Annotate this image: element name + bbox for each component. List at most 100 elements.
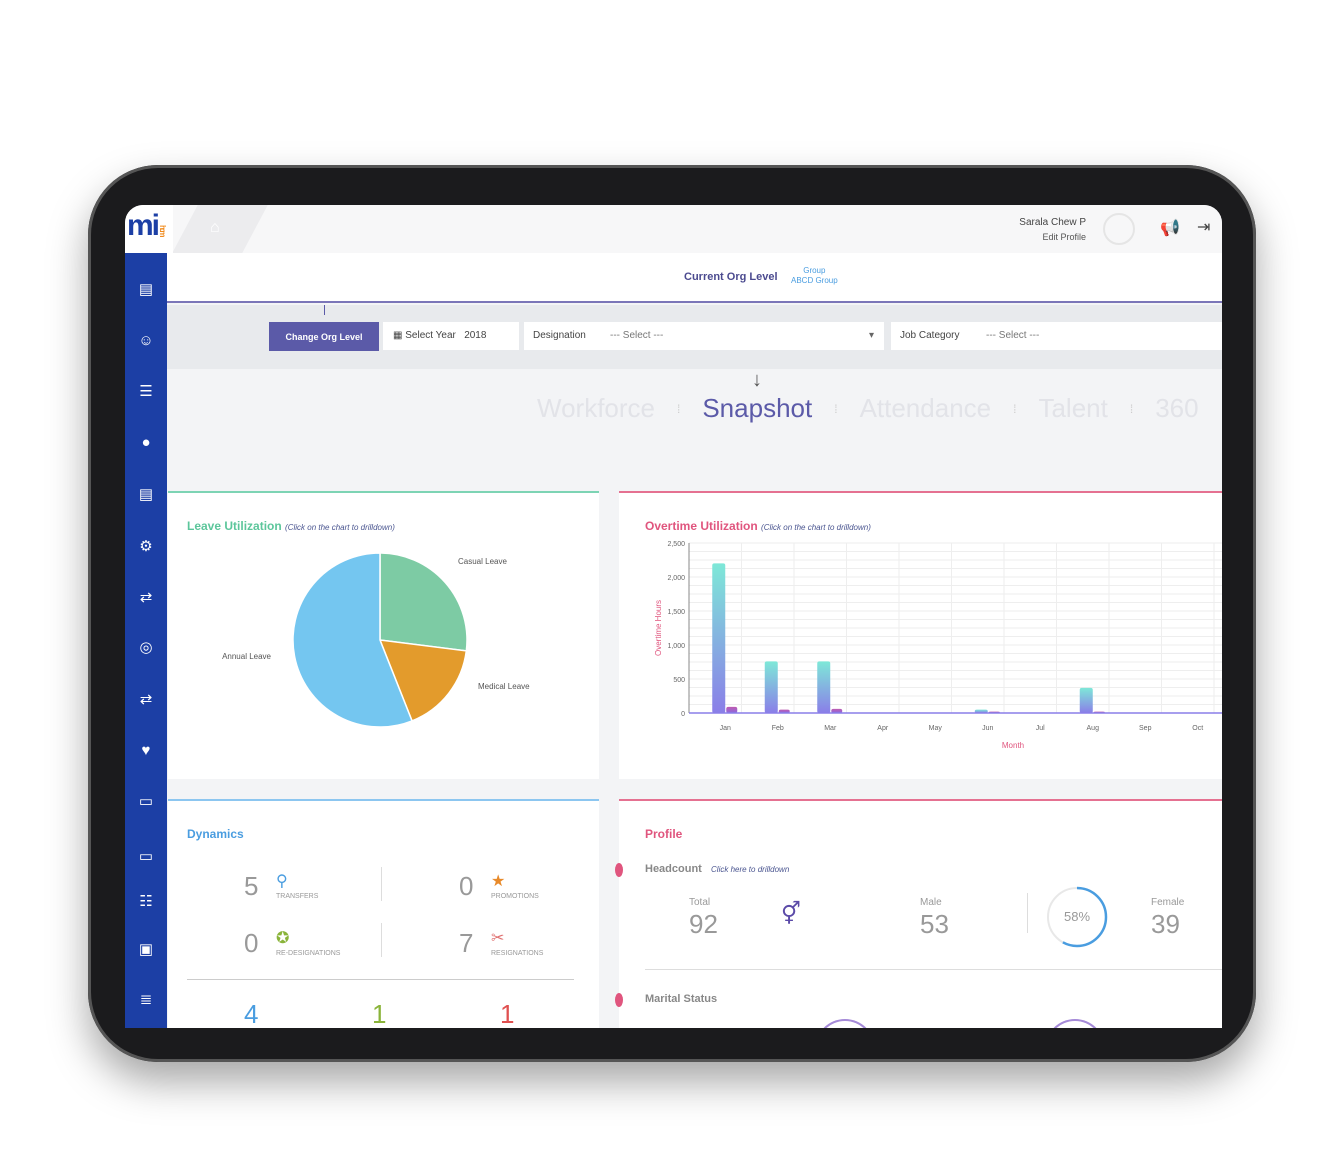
job-category-label: Job Category <box>900 330 960 341</box>
y-tick-label: 1,000 <box>667 643 685 650</box>
promotion-star-icon: ★ <box>491 873 506 890</box>
dynamics-label[interactable]: TRANSFERS <box>276 893 318 900</box>
pie-slice-casual-leave[interactable] <box>379 552 468 652</box>
user-settings-icon[interactable]: ⚙ <box>134 537 158 557</box>
percent-value: 58% <box>1063 909 1091 924</box>
overtime-bar-chart[interactable]: Jan Feb Mar Apr May Jun Jul Aug Sep Oct 0 500 1,000 1… <box>619 533 1222 773</box>
overtime-title: Overtime Utilization <box>645 519 758 533</box>
dynamics-label[interactable]: RE-DESIGNATIONS <box>276 950 340 957</box>
y-tick-label: 500 <box>673 677 685 684</box>
user-switch-icon[interactable]: ⇄ <box>134 690 158 710</box>
user-name[interactable]: Sarala Chew P <box>1019 216 1086 230</box>
tab-attendance[interactable]: Attendance <box>860 393 992 424</box>
employee-icon[interactable]: ☺ <box>134 331 158 351</box>
group-icon[interactable]: ☷ <box>134 892 158 912</box>
form-icon[interactable]: ▤ <box>134 485 158 505</box>
dynamics-title: Dynamics <box>187 827 244 841</box>
x-tick-label: Sep <box>1139 725 1152 732</box>
tab-separator: ⁞ <box>1013 401 1017 416</box>
leave-hint: (Click on the chart to drilldown) <box>285 523 395 532</box>
payment-icon[interactable]: ▭ <box>134 792 158 812</box>
document-icon[interactable]: ▣ <box>134 940 158 960</box>
job-category-value: --- Select --- <box>986 330 1040 341</box>
org-level-row: Current Org Level Group ABCD Group <box>167 253 1222 303</box>
overtime-utilization-card: Overtime Utilization (Click on the chart… <box>619 491 1222 779</box>
avatar[interactable] <box>1103 213 1135 245</box>
gender-icon: ⚥ <box>781 901 801 926</box>
x-tick-label: Jan <box>720 725 731 732</box>
user-icon[interactable]: ● <box>134 433 158 453</box>
arrow-down-icon: ↓ <box>752 369 762 391</box>
dynamics-bottom-value: 1 <box>500 999 515 1028</box>
total-value: 92 <box>689 909 718 939</box>
tab-workforce[interactable]: Workforce <box>537 393 655 424</box>
megaphone-icon[interactable]: 📢 <box>1160 218 1180 238</box>
dynamics-label[interactable]: RESIGNATIONS <box>491 950 543 957</box>
org-level-name[interactable]: ABCD Group <box>791 276 838 286</box>
logout-icon[interactable]: ⇥ <box>1197 217 1210 237</box>
logo-suffix: hcm <box>158 224 168 235</box>
bar-jan-series-2[interactable] <box>726 706 738 713</box>
job-category-select[interactable]: Job Category --- Select --- <box>891 322 1222 350</box>
tab-separator: ⁞ <box>1129 401 1134 416</box>
pie-label: Medical Leave <box>478 682 530 691</box>
female-value: 39 <box>1151 909 1180 939</box>
logo[interactable]: mihcm <box>125 205 173 253</box>
payment-icon[interactable]: ▭ <box>134 847 158 867</box>
dynamics-value: 0 <box>244 928 259 958</box>
year-select[interactable]: ▦ Select Year 2018 <box>383 322 519 350</box>
org-level-type: Group <box>803 266 826 275</box>
total-label: Total <box>689 897 711 908</box>
fingerprint-icon[interactable]: ◎ <box>134 638 158 658</box>
tab-snapshot[interactable]: Snapshot <box>702 393 812 424</box>
year-value: 2018 <box>464 330 487 341</box>
y-tick-label: 2,500 <box>667 541 685 548</box>
tab-separator: ⁞ <box>677 401 681 416</box>
x-tick-label: Oct <box>1192 725 1203 732</box>
dynamics-card: Dynamics 5 ⚲ TRANSFERS 0 ★ PROMOTIONS 0 ✪ RE-DES… <box>168 799 599 1028</box>
tab-talent[interactable]: Talent <box>1038 393 1107 424</box>
tab-360[interactable]: 360 <box>1155 393 1198 424</box>
user-switch-icon[interactable]: ⇄ <box>134 588 158 608</box>
x-tick-label: Aug <box>1087 725 1100 732</box>
profile-card: Profile Headcount Click here to drilldow… <box>615 799 1222 1028</box>
x-tick-label: Apr <box>877 725 889 732</box>
dynamics-value: 0 <box>459 871 474 901</box>
filter-bar: Change Org Level ▦ Select Year 2018 Desi… <box>167 305 1222 369</box>
leave-title: Leave Utilization <box>187 519 282 533</box>
edit-profile-link[interactable]: Edit Profile <box>1019 230 1086 244</box>
change-org-level-button[interactable]: Change Org Level <box>269 322 379 351</box>
y-tick-label: 0 <box>681 711 685 718</box>
leave-utilization-card: Leave Utilization (Click on the chart to… <box>168 491 599 779</box>
heart-hand-icon[interactable]: ♥ <box>134 741 158 761</box>
list-icon[interactable]: ☰ <box>134 382 158 402</box>
male-value: 53 <box>920 909 949 939</box>
dashboard-tabs: ↓ Workforce ⁞ Snapshot ⁞ Attendance ⁞ Talent ⁞ 3… <box>167 369 1222 491</box>
headcount-label: Headcount <box>645 863 702 875</box>
calendar-icon: ▦ <box>393 330 403 341</box>
tab-separator: ⁞ <box>834 401 838 416</box>
overtime-hint: (Click on the chart to drilldown) <box>761 523 871 532</box>
bar-jan-series-1[interactable] <box>712 563 726 713</box>
bar-feb-series-1[interactable] <box>764 661 778 713</box>
checklist-icon[interactable]: ≣ <box>134 990 158 1010</box>
designation-select[interactable]: Designation --- Select --- ▾ <box>524 322 884 350</box>
dynamics-label[interactable]: PROMOTIONS <box>491 893 539 900</box>
resignation-icon: ✂ <box>491 930 505 947</box>
year-label: Select Year <box>405 330 456 341</box>
y-tick-label: 1,500 <box>667 609 685 616</box>
transfer-icon: ⚲ <box>276 873 288 890</box>
form-icon[interactable]: ▤ <box>134 280 158 300</box>
pie-label: Casual Leave <box>458 557 507 566</box>
marital-status-label: Marital Status <box>645 993 718 1005</box>
x-tick-label: Jul <box>1036 725 1045 732</box>
dynamics-bottom-value: 1 <box>372 999 387 1028</box>
bar-aug-series-1[interactable] <box>1079 687 1093 713</box>
leave-pie-chart[interactable]: Casual Leave Medical Leave Annual Leave <box>168 533 599 763</box>
medal-icon: ✪ <box>276 930 290 947</box>
bar-mar-series-1[interactable] <box>817 661 831 713</box>
x-tick-label: Mar <box>824 725 837 732</box>
headcount-drilldown-link[interactable]: Click here to drilldown <box>711 865 789 874</box>
y-tick-label: 2,000 <box>667 575 685 582</box>
home-icon[interactable]: ⌂ <box>210 219 220 237</box>
